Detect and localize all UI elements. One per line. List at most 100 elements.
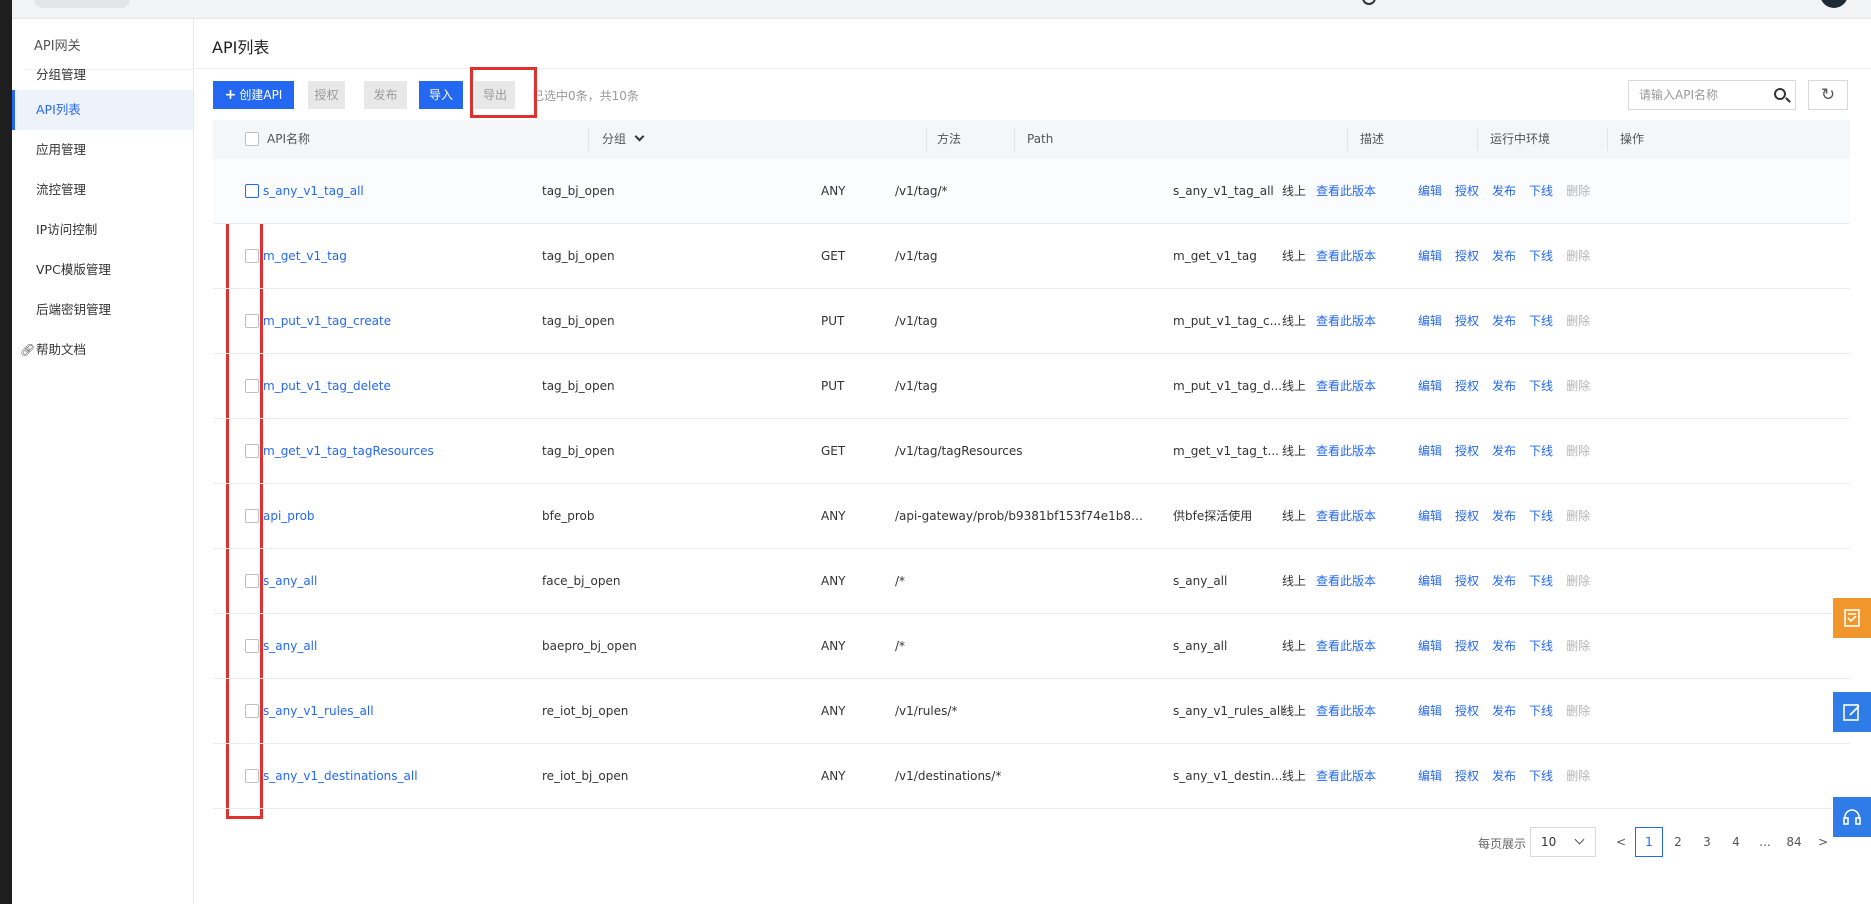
offline-button[interactable]: 下线 xyxy=(1529,379,1553,393)
view-version-link[interactable]: 查看此版本 xyxy=(1316,744,1386,808)
per-page-select[interactable]: 10 xyxy=(1530,827,1596,857)
sidebar-item-group-management[interactable]: 分组管理 xyxy=(12,55,193,95)
offline-button[interactable]: 下线 xyxy=(1529,314,1553,328)
view-version-link[interactable]: 查看此版本 xyxy=(1316,354,1386,418)
authorize-row-button[interactable]: 授权 xyxy=(1455,574,1479,588)
select-all-checkbox[interactable] xyxy=(245,132,259,146)
float-button-edit[interactable] xyxy=(1833,692,1871,732)
offline-button[interactable]: 下线 xyxy=(1529,509,1553,523)
api-name-link[interactable]: s_any_v1_rules_all xyxy=(263,679,563,743)
authorize-row-button[interactable]: 授权 xyxy=(1455,184,1479,198)
edit-button[interactable]: 编辑 xyxy=(1418,444,1442,458)
page-1-button[interactable]: 1 xyxy=(1635,827,1663,857)
sidebar-item-flow-control[interactable]: 流控管理 xyxy=(12,170,193,210)
edit-button[interactable]: 编辑 xyxy=(1418,769,1442,783)
publish-row-button[interactable]: 发布 xyxy=(1492,509,1516,523)
top-search-icon[interactable] xyxy=(1362,0,1376,5)
edit-button[interactable]: 编辑 xyxy=(1418,379,1442,393)
api-name-link[interactable]: s_any_all xyxy=(263,614,563,678)
page-4-button[interactable]: 4 xyxy=(1722,827,1750,857)
edit-button[interactable]: 编辑 xyxy=(1418,184,1442,198)
view-version-link[interactable]: 查看此版本 xyxy=(1316,289,1386,353)
sidebar-item-help-docs[interactable]: 🔗︎帮助文档 xyxy=(12,330,193,370)
api-name-link[interactable]: s_any_v1_destinations_all xyxy=(263,744,563,808)
authorize-row-button[interactable]: 授权 xyxy=(1455,509,1479,523)
authorize-row-button[interactable]: 授权 xyxy=(1455,444,1479,458)
view-version-link[interactable]: 查看此版本 xyxy=(1316,679,1386,743)
edit-button[interactable]: 编辑 xyxy=(1418,639,1442,653)
row-checkbox[interactable] xyxy=(245,704,259,718)
top-bar-pill[interactable] xyxy=(34,0,130,8)
row-checkbox[interactable] xyxy=(245,574,259,588)
authorize-row-button[interactable]: 授权 xyxy=(1455,704,1479,718)
refresh-button[interactable]: ↻ xyxy=(1808,80,1848,110)
chevron-down-icon[interactable] xyxy=(634,131,645,142)
publish-row-button[interactable]: 发布 xyxy=(1492,444,1516,458)
publish-row-button[interactable]: 发布 xyxy=(1492,704,1516,718)
create-api-button[interactable]: + 创建API xyxy=(213,81,294,109)
offline-button[interactable]: 下线 xyxy=(1529,639,1553,653)
authorize-row-button[interactable]: 授权 xyxy=(1455,249,1479,263)
row-checkbox[interactable] xyxy=(245,769,259,783)
edit-button[interactable]: 编辑 xyxy=(1418,704,1442,718)
publish-row-button[interactable]: 发布 xyxy=(1492,184,1516,198)
row-checkbox[interactable] xyxy=(245,249,259,263)
header-group[interactable]: 分组 xyxy=(594,120,645,159)
offline-button[interactable]: 下线 xyxy=(1529,249,1553,263)
publish-row-button[interactable]: 发布 xyxy=(1492,249,1516,263)
api-name-link[interactable]: api_prob xyxy=(263,484,563,548)
api-name-search-input[interactable] xyxy=(1629,81,1765,109)
float-button-support[interactable] xyxy=(1833,797,1871,837)
sidebar-item-backend-keys[interactable]: 后端密钥管理 xyxy=(12,290,193,330)
view-version-link[interactable]: 查看此版本 xyxy=(1316,484,1386,548)
sidebar-item-api-list[interactable]: API列表 xyxy=(12,90,193,130)
publish-row-button[interactable]: 发布 xyxy=(1492,314,1516,328)
row-checkbox[interactable] xyxy=(245,184,259,198)
offline-button[interactable]: 下线 xyxy=(1529,769,1553,783)
search-icon[interactable] xyxy=(1774,88,1786,100)
authorize-button[interactable]: 授权 xyxy=(308,81,345,109)
row-checkbox[interactable] xyxy=(245,444,259,458)
offline-button[interactable]: 下线 xyxy=(1529,574,1553,588)
row-checkbox[interactable] xyxy=(245,509,259,523)
prev-page-button[interactable]: < xyxy=(1607,827,1635,857)
edit-button[interactable]: 编辑 xyxy=(1418,509,1442,523)
avatar[interactable] xyxy=(1820,0,1848,8)
view-version-link[interactable]: 查看此版本 xyxy=(1316,549,1386,613)
sidebar-item-ip-access[interactable]: IP访问控制 xyxy=(12,210,193,250)
api-name-link[interactable]: m_get_v1_tag xyxy=(263,224,563,288)
api-name-link[interactable]: m_get_v1_tag_tagResources xyxy=(263,419,563,483)
authorize-row-button[interactable]: 授权 xyxy=(1455,769,1479,783)
view-version-link[interactable]: 查看此版本 xyxy=(1316,614,1386,678)
import-button[interactable]: 导入 xyxy=(419,81,463,109)
view-version-link[interactable]: 查看此版本 xyxy=(1316,419,1386,483)
offline-button[interactable]: 下线 xyxy=(1529,704,1553,718)
offline-button[interactable]: 下线 xyxy=(1529,444,1553,458)
authorize-row-button[interactable]: 授权 xyxy=(1455,639,1479,653)
api-name-link[interactable]: s_any_v1_tag_all xyxy=(263,159,563,223)
row-checkbox[interactable] xyxy=(245,379,259,393)
authorize-row-button[interactable]: 授权 xyxy=(1455,379,1479,393)
edit-button[interactable]: 编辑 xyxy=(1418,249,1442,263)
view-version-link[interactable]: 查看此版本 xyxy=(1316,159,1386,223)
edit-button[interactable]: 编辑 xyxy=(1418,314,1442,328)
publish-row-button[interactable]: 发布 xyxy=(1492,574,1516,588)
view-version-link[interactable]: 查看此版本 xyxy=(1316,224,1386,288)
float-button-checklist[interactable] xyxy=(1833,598,1871,638)
row-checkbox[interactable] xyxy=(245,639,259,653)
page-3-button[interactable]: 3 xyxy=(1693,827,1721,857)
offline-button[interactable]: 下线 xyxy=(1529,184,1553,198)
row-checkbox[interactable] xyxy=(245,314,259,328)
api-name-link[interactable]: m_put_v1_tag_create xyxy=(263,289,563,353)
page-84-button[interactable]: 84 xyxy=(1780,827,1808,857)
page-2-button[interactable]: 2 xyxy=(1664,827,1692,857)
api-name-link[interactable]: s_any_all xyxy=(263,549,563,613)
sidebar-item-vpc-template[interactable]: VPC模版管理 xyxy=(12,250,193,290)
publish-row-button[interactable]: 发布 xyxy=(1492,639,1516,653)
publish-row-button[interactable]: 发布 xyxy=(1492,379,1516,393)
publish-button[interactable]: 发布 xyxy=(364,81,407,109)
sidebar-item-app-management[interactable]: 应用管理 xyxy=(12,130,193,170)
authorize-row-button[interactable]: 授权 xyxy=(1455,314,1479,328)
edit-button[interactable]: 编辑 xyxy=(1418,574,1442,588)
api-name-link[interactable]: m_put_v1_tag_delete xyxy=(263,354,563,418)
